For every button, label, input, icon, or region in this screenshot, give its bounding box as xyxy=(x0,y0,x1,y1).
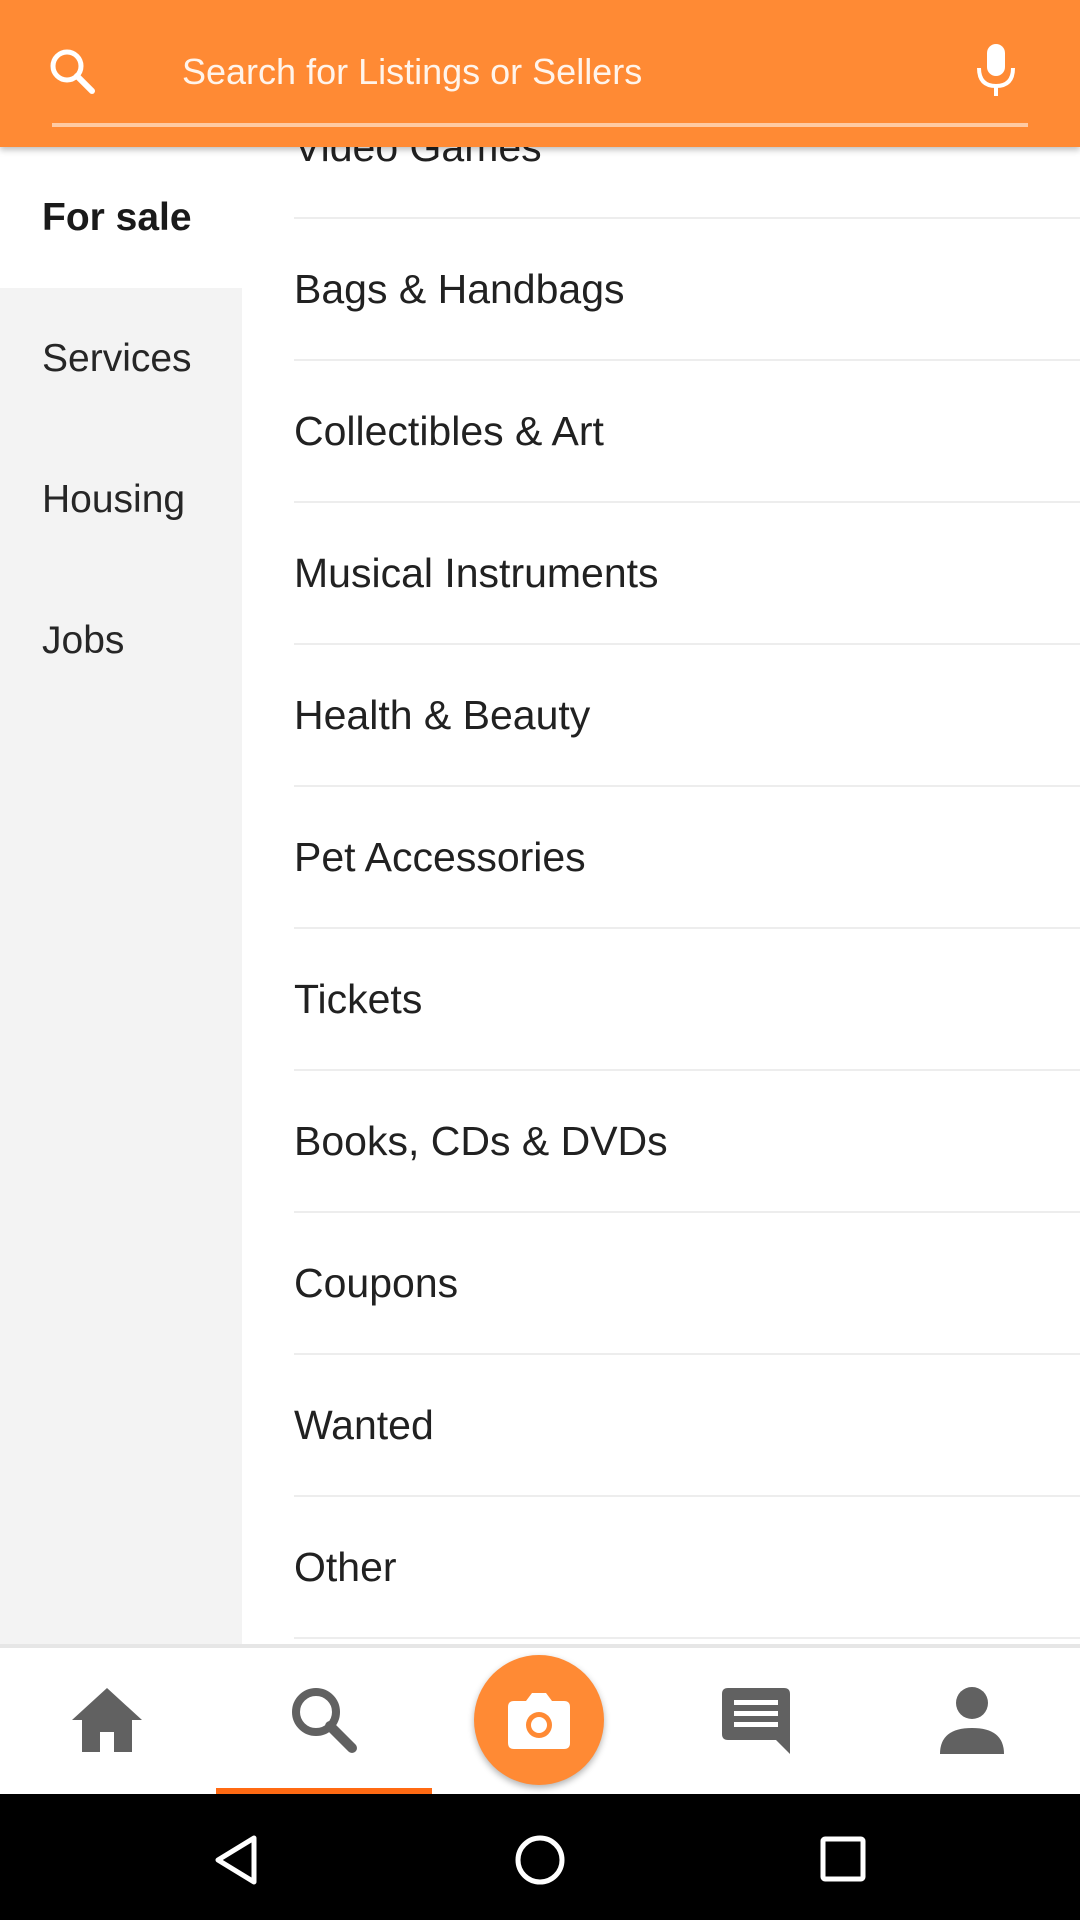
list-item-tickets[interactable]: Tickets xyxy=(294,929,1080,1071)
list-item-books-cds-dvds[interactable]: Books, CDs & DVDs xyxy=(294,1071,1080,1213)
sidebar-item-for-sale[interactable]: For sale xyxy=(0,147,242,288)
list-item-video-games[interactable]: Video Games xyxy=(294,147,1080,219)
list-item-pet-accessories[interactable]: Pet Accessories xyxy=(294,787,1080,929)
search-input[interactable] xyxy=(182,44,942,100)
home-icon xyxy=(72,1688,142,1752)
list-item-label: Video Games xyxy=(294,147,542,171)
nav-messages-button[interactable] xyxy=(648,1648,864,1794)
search-underline xyxy=(52,123,1028,127)
list-item-label: Coupons xyxy=(294,1259,459,1306)
profile-icon xyxy=(940,1687,1004,1754)
sidebar-item-label: Jobs xyxy=(42,618,125,662)
sidebar-item-housing[interactable]: Housing xyxy=(0,429,242,570)
sidebar-item-label: For sale xyxy=(42,195,192,239)
list-item-label: Health & Beauty xyxy=(294,691,591,738)
home-circle-icon[interactable] xyxy=(513,1833,567,1887)
chat-icon xyxy=(722,1688,790,1754)
sidebar-item-label: Services xyxy=(42,336,192,380)
subcategory-list[interactable]: Video Games Bags & Handbags Collectibles… xyxy=(242,147,1080,1644)
sidebar-item-jobs[interactable]: Jobs xyxy=(0,570,242,711)
list-item-label: Wanted xyxy=(294,1401,434,1448)
search-icon xyxy=(292,1688,357,1753)
microphone-icon[interactable] xyxy=(972,42,1020,102)
nav-profile-button[interactable] xyxy=(864,1648,1080,1794)
search-icon[interactable] xyxy=(46,45,98,97)
back-icon[interactable] xyxy=(212,1834,260,1886)
system-navigation-bar xyxy=(0,1794,1080,1920)
list-item-label: Books, CDs & DVDs xyxy=(294,1117,668,1164)
search-header xyxy=(0,0,1080,147)
list-item-label: Musical Instruments xyxy=(294,549,659,596)
sidebar-item-label: Housing xyxy=(42,477,186,521)
sidebar-item-services[interactable]: Services xyxy=(0,288,242,429)
list-item-label: Bags & Handbags xyxy=(294,265,625,312)
nav-home-button[interactable] xyxy=(0,1648,216,1794)
list-item-other[interactable]: Other xyxy=(294,1497,1080,1639)
list-item-musical-instruments[interactable]: Musical Instruments xyxy=(294,503,1080,645)
list-item-label: Tickets xyxy=(294,975,423,1022)
list-item-health-beauty[interactable]: Health & Beauty xyxy=(294,645,1080,787)
nav-search-button[interactable] xyxy=(216,1648,432,1794)
list-item-label: Other xyxy=(294,1543,397,1590)
recents-icon[interactable] xyxy=(820,1836,866,1882)
camera-button[interactable] xyxy=(474,1655,604,1785)
list-item-collectibles-art[interactable]: Collectibles & Art xyxy=(294,361,1080,503)
list-item-coupons[interactable]: Coupons xyxy=(294,1213,1080,1355)
list-item-label: Pet Accessories xyxy=(294,833,586,880)
camera-icon xyxy=(508,1693,570,1749)
category-sidebar: For sale Services Housing Jobs xyxy=(0,147,242,1644)
list-item-bags-handbags[interactable]: Bags & Handbags xyxy=(294,219,1080,361)
list-item-wanted[interactable]: Wanted xyxy=(294,1355,1080,1497)
list-item-label: Collectibles & Art xyxy=(294,407,604,454)
